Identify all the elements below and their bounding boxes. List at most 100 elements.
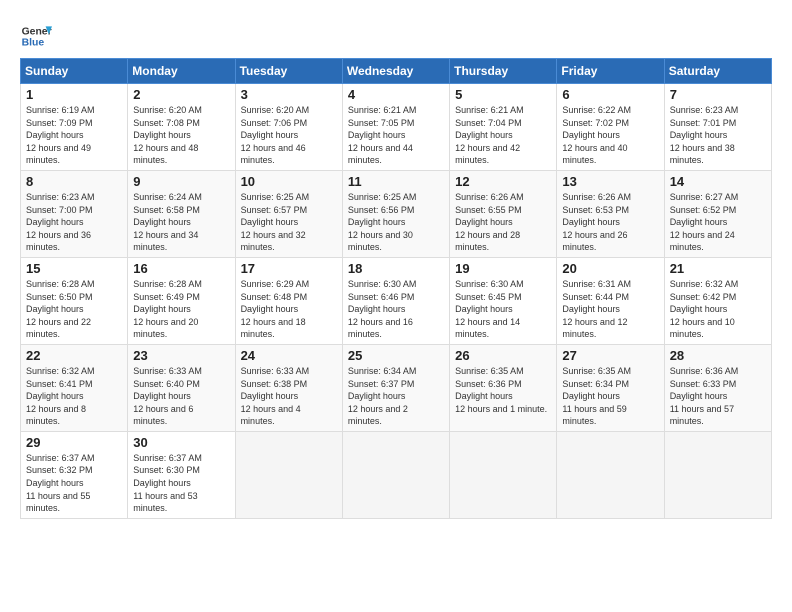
day-number: 6 (562, 87, 658, 102)
day-cell-8: 8 Sunrise: 6:23 AMSunset: 7:00 PMDayligh… (21, 170, 128, 257)
empty-cell (557, 431, 664, 518)
calendar-table: SundayMondayTuesdayWednesdayThursdayFrid… (20, 58, 772, 519)
day-number: 22 (26, 348, 122, 363)
day-header-thursday: Thursday (450, 59, 557, 84)
day-header-saturday: Saturday (664, 59, 771, 84)
day-cell-24: 24 Sunrise: 6:33 AMSunset: 6:38 PMDaylig… (235, 344, 342, 431)
day-cell-12: 12 Sunrise: 6:26 AMSunset: 6:55 PMDaylig… (450, 170, 557, 257)
day-info: Sunrise: 6:30 AMSunset: 6:46 PMDaylight … (348, 279, 417, 339)
day-info: Sunrise: 6:22 AMSunset: 7:02 PMDaylight … (562, 105, 631, 165)
day-info: Sunrise: 6:37 AMSunset: 6:30 PMDaylight … (133, 453, 202, 513)
day-cell-16: 16 Sunrise: 6:28 AMSunset: 6:49 PMDaylig… (128, 257, 235, 344)
day-number: 1 (26, 87, 122, 102)
day-info: Sunrise: 6:23 AMSunset: 7:00 PMDaylight … (26, 192, 95, 252)
day-cell-9: 9 Sunrise: 6:24 AMSunset: 6:58 PMDayligh… (128, 170, 235, 257)
calendar-week-1: 1 Sunrise: 6:19 AMSunset: 7:09 PMDayligh… (21, 84, 772, 171)
day-cell-30: 30 Sunrise: 6:37 AMSunset: 6:30 PMDaylig… (128, 431, 235, 518)
day-cell-23: 23 Sunrise: 6:33 AMSunset: 6:40 PMDaylig… (128, 344, 235, 431)
day-cell-10: 10 Sunrise: 6:25 AMSunset: 6:57 PMDaylig… (235, 170, 342, 257)
day-number: 18 (348, 261, 444, 276)
day-number: 24 (241, 348, 337, 363)
day-info: Sunrise: 6:26 AMSunset: 6:53 PMDaylight … (562, 192, 631, 252)
day-number: 27 (562, 348, 658, 363)
calendar-week-2: 8 Sunrise: 6:23 AMSunset: 7:00 PMDayligh… (21, 170, 772, 257)
page-header: General Blue (20, 16, 772, 52)
day-cell-20: 20 Sunrise: 6:31 AMSunset: 6:44 PMDaylig… (557, 257, 664, 344)
day-cell-4: 4 Sunrise: 6:21 AMSunset: 7:05 PMDayligh… (342, 84, 449, 171)
calendar-week-3: 15 Sunrise: 6:28 AMSunset: 6:50 PMDaylig… (21, 257, 772, 344)
day-cell-1: 1 Sunrise: 6:19 AMSunset: 7:09 PMDayligh… (21, 84, 128, 171)
day-header-wednesday: Wednesday (342, 59, 449, 84)
logo: General Blue (20, 20, 52, 52)
day-cell-14: 14 Sunrise: 6:27 AMSunset: 6:52 PMDaylig… (664, 170, 771, 257)
day-number: 10 (241, 174, 337, 189)
day-info: Sunrise: 6:21 AMSunset: 7:05 PMDaylight … (348, 105, 417, 165)
day-info: Sunrise: 6:28 AMSunset: 6:50 PMDaylight … (26, 279, 95, 339)
calendar-week-5: 29 Sunrise: 6:37 AMSunset: 6:32 PMDaylig… (21, 431, 772, 518)
day-info: Sunrise: 6:33 AMSunset: 6:40 PMDaylight … (133, 366, 202, 426)
day-cell-11: 11 Sunrise: 6:25 AMSunset: 6:56 PMDaylig… (342, 170, 449, 257)
empty-cell (235, 431, 342, 518)
day-cell-28: 28 Sunrise: 6:36 AMSunset: 6:33 PMDaylig… (664, 344, 771, 431)
day-info: Sunrise: 6:29 AMSunset: 6:48 PMDaylight … (241, 279, 310, 339)
empty-cell (664, 431, 771, 518)
day-info: Sunrise: 6:25 AMSunset: 6:57 PMDaylight … (241, 192, 310, 252)
day-info: Sunrise: 6:23 AMSunset: 7:01 PMDaylight … (670, 105, 739, 165)
day-number: 28 (670, 348, 766, 363)
day-header-sunday: Sunday (21, 59, 128, 84)
day-number: 21 (670, 261, 766, 276)
day-number: 14 (670, 174, 766, 189)
day-number: 9 (133, 174, 229, 189)
page-container: General Blue SundayMondayTuesdayWednesda… (0, 0, 792, 612)
day-number: 3 (241, 87, 337, 102)
day-cell-25: 25 Sunrise: 6:34 AMSunset: 6:37 PMDaylig… (342, 344, 449, 431)
day-number: 30 (133, 435, 229, 450)
day-number: 7 (670, 87, 766, 102)
day-cell-2: 2 Sunrise: 6:20 AMSunset: 7:08 PMDayligh… (128, 84, 235, 171)
day-number: 13 (562, 174, 658, 189)
day-info: Sunrise: 6:19 AMSunset: 7:09 PMDaylight … (26, 105, 95, 165)
day-info: Sunrise: 6:20 AMSunset: 7:06 PMDaylight … (241, 105, 310, 165)
day-number: 12 (455, 174, 551, 189)
day-number: 20 (562, 261, 658, 276)
day-cell-5: 5 Sunrise: 6:21 AMSunset: 7:04 PMDayligh… (450, 84, 557, 171)
day-info: Sunrise: 6:20 AMSunset: 7:08 PMDaylight … (133, 105, 202, 165)
day-info: Sunrise: 6:28 AMSunset: 6:49 PMDaylight … (133, 279, 202, 339)
day-info: Sunrise: 6:32 AMSunset: 6:41 PMDaylight … (26, 366, 95, 426)
day-cell-26: 26 Sunrise: 6:35 AMSunset: 6:36 PMDaylig… (450, 344, 557, 431)
day-number: 25 (348, 348, 444, 363)
day-info: Sunrise: 6:33 AMSunset: 6:38 PMDaylight … (241, 366, 310, 426)
day-cell-17: 17 Sunrise: 6:29 AMSunset: 6:48 PMDaylig… (235, 257, 342, 344)
day-info: Sunrise: 6:35 AMSunset: 6:36 PMDaylight … (455, 366, 547, 414)
day-number: 16 (133, 261, 229, 276)
day-info: Sunrise: 6:31 AMSunset: 6:44 PMDaylight … (562, 279, 631, 339)
svg-text:Blue: Blue (22, 38, 45, 49)
day-info: Sunrise: 6:25 AMSunset: 6:56 PMDaylight … (348, 192, 417, 252)
day-info: Sunrise: 6:36 AMSunset: 6:33 PMDaylight … (670, 366, 739, 426)
day-number: 23 (133, 348, 229, 363)
day-info: Sunrise: 6:30 AMSunset: 6:45 PMDaylight … (455, 279, 524, 339)
day-info: Sunrise: 6:35 AMSunset: 6:34 PMDaylight … (562, 366, 631, 426)
day-info: Sunrise: 6:26 AMSunset: 6:55 PMDaylight … (455, 192, 524, 252)
day-cell-19: 19 Sunrise: 6:30 AMSunset: 6:45 PMDaylig… (450, 257, 557, 344)
empty-cell (342, 431, 449, 518)
day-cell-3: 3 Sunrise: 6:20 AMSunset: 7:06 PMDayligh… (235, 84, 342, 171)
day-info: Sunrise: 6:34 AMSunset: 6:37 PMDaylight … (348, 366, 417, 426)
logo-icon: General Blue (20, 20, 52, 52)
day-cell-15: 15 Sunrise: 6:28 AMSunset: 6:50 PMDaylig… (21, 257, 128, 344)
calendar-header-row: SundayMondayTuesdayWednesdayThursdayFrid… (21, 59, 772, 84)
day-number: 17 (241, 261, 337, 276)
day-number: 11 (348, 174, 444, 189)
day-info: Sunrise: 6:21 AMSunset: 7:04 PMDaylight … (455, 105, 524, 165)
day-cell-6: 6 Sunrise: 6:22 AMSunset: 7:02 PMDayligh… (557, 84, 664, 171)
day-number: 19 (455, 261, 551, 276)
day-info: Sunrise: 6:32 AMSunset: 6:42 PMDaylight … (670, 279, 739, 339)
day-number: 29 (26, 435, 122, 450)
day-number: 2 (133, 87, 229, 102)
day-cell-7: 7 Sunrise: 6:23 AMSunset: 7:01 PMDayligh… (664, 84, 771, 171)
day-number: 26 (455, 348, 551, 363)
day-cell-13: 13 Sunrise: 6:26 AMSunset: 6:53 PMDaylig… (557, 170, 664, 257)
day-cell-29: 29 Sunrise: 6:37 AMSunset: 6:32 PMDaylig… (21, 431, 128, 518)
day-number: 15 (26, 261, 122, 276)
day-number: 5 (455, 87, 551, 102)
